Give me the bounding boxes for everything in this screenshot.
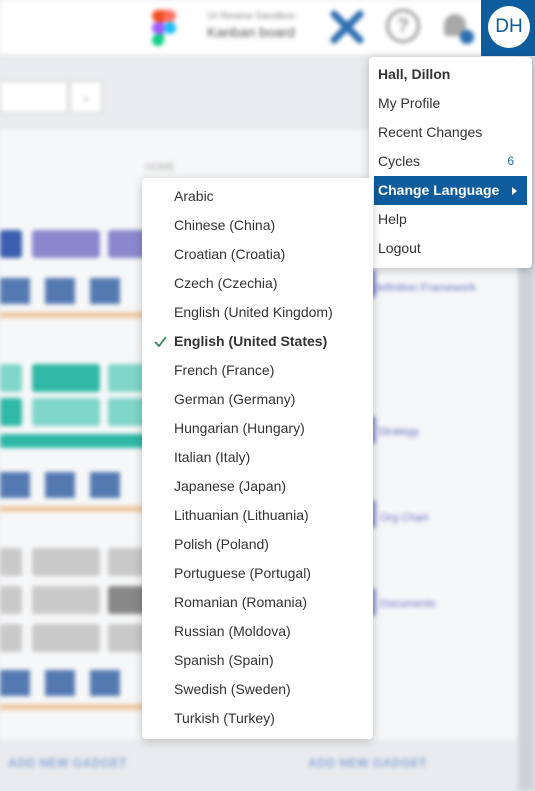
language-option[interactable]: Czech (Czechia) — [142, 269, 373, 298]
language-label: Italian (Italy) — [174, 449, 251, 465]
menu-item-my-profile[interactable]: My Profile — [369, 89, 532, 118]
language-label: Turkish (Turkey) — [174, 710, 275, 726]
language-label: English (United Kingdom) — [174, 304, 333, 320]
language-option[interactable]: Arabic — [142, 182, 373, 211]
context-title: Kanban board — [207, 24, 295, 40]
language-option[interactable]: Hungarian (Hungary) — [142, 414, 373, 443]
menu-item-cycles[interactable]: Cycles 6 — [369, 147, 532, 176]
avatar[interactable]: DH — [488, 6, 530, 48]
menu-item-change-language[interactable]: Change Language — [374, 176, 527, 205]
language-option[interactable]: Japanese (Japan) — [142, 472, 373, 501]
language-option[interactable]: Polish (Poland) — [142, 530, 373, 559]
language-option[interactable]: French (France) — [142, 356, 373, 385]
language-option[interactable]: German (Germany) — [142, 385, 373, 414]
side-link[interactable]: Org Chart — [380, 512, 428, 524]
menu-item-recent-changes[interactable]: Recent Changes — [369, 118, 532, 147]
language-option[interactable]: Lithuanian (Lithuania) — [142, 501, 373, 530]
language-option[interactable]: Croatian (Croatia) — [142, 240, 373, 269]
x-logo-icon[interactable] — [330, 10, 364, 44]
menu-item-label: Recent Changes — [378, 124, 483, 140]
caret-right-icon — [512, 187, 517, 195]
language-label: German (Germany) — [174, 391, 296, 407]
language-option[interactable]: Portuguese (Portugal) — [142, 559, 373, 588]
language-label: Russian (Moldova) — [174, 623, 291, 639]
language-option[interactable]: Spanish (Spain) — [142, 646, 373, 675]
user-name: Hall, Dillon — [378, 66, 451, 82]
language-submenu: Arabic Chinese (China) Croatian (Croatia… — [142, 178, 373, 739]
search-input[interactable] — [0, 81, 68, 113]
language-option[interactable]: Romanian (Romania) — [142, 588, 373, 617]
top-bar: UI Review Sandbox Kanban board ? — [0, 0, 535, 56]
check-icon — [154, 336, 167, 348]
language-label: Chinese (China) — [174, 217, 276, 233]
language-label: French (France) — [174, 362, 275, 378]
language-option[interactable]: English (United Kingdom) — [142, 298, 373, 327]
user-menu: Hall, Dillon My Profile Recent Changes C… — [369, 57, 532, 268]
language-label: Swedish (Sweden) — [174, 681, 291, 697]
context-caption: UI Review Sandbox — [207, 11, 295, 22]
add-gadget-button[interactable]: ADD NEW GADGET — [308, 756, 427, 770]
help-circle-icon[interactable]: ? — [386, 9, 420, 43]
language-label: Spanish (Spain) — [174, 652, 274, 668]
language-label: English (United States) — [174, 333, 328, 349]
language-option-selected[interactable]: English (United States) — [142, 327, 373, 356]
menu-item-label: Logout — [378, 240, 421, 256]
bell-icon[interactable] — [440, 10, 474, 44]
menu-item-label: My Profile — [378, 95, 441, 111]
language-label: Czech (Czechia) — [174, 275, 278, 291]
side-link[interactable]: Documents — [380, 598, 436, 610]
menu-item-label: Change Language — [378, 182, 500, 198]
side-link[interactable]: Strategy — [378, 426, 419, 438]
side-link[interactable]: Definition Framework — [372, 282, 476, 294]
language-option[interactable]: Russian (Moldova) — [142, 617, 373, 646]
language-label: Lithuanian (Lithuania) — [174, 507, 309, 523]
language-label: Hungarian (Hungary) — [174, 420, 305, 436]
language-option[interactable]: Turkish (Turkey) — [142, 704, 373, 733]
language-option[interactable]: Chinese (China) — [142, 211, 373, 240]
language-option[interactable]: Swedish (Sweden) — [142, 675, 373, 704]
language-label: Japanese (Japan) — [174, 478, 287, 494]
home-label: HOME — [145, 162, 175, 173]
figma-logo-icon[interactable] — [152, 10, 176, 46]
language-label: Romanian (Romania) — [174, 594, 308, 610]
language-label: Polish (Poland) — [174, 536, 269, 552]
menu-item-help[interactable]: Help — [369, 205, 532, 234]
language-label: Arabic — [174, 188, 214, 204]
menu-item-label: Help — [378, 211, 407, 227]
language-label: Portuguese (Portugal) — [174, 565, 311, 581]
context-switcher[interactable]: UI Review Sandbox Kanban board — [207, 11, 295, 40]
search-icon[interactable]: ⌄ — [70, 81, 102, 113]
menu-item-label: Cycles — [378, 153, 421, 169]
add-gadget-button[interactable]: ADD NEW GADGET — [8, 756, 127, 770]
language-label: Croatian (Croatia) — [174, 246, 286, 262]
cycles-count-badge: 6 — [507, 154, 514, 168]
language-option[interactable]: Italian (Italy) — [142, 443, 373, 472]
menu-item-logout[interactable]: Logout — [369, 234, 532, 263]
